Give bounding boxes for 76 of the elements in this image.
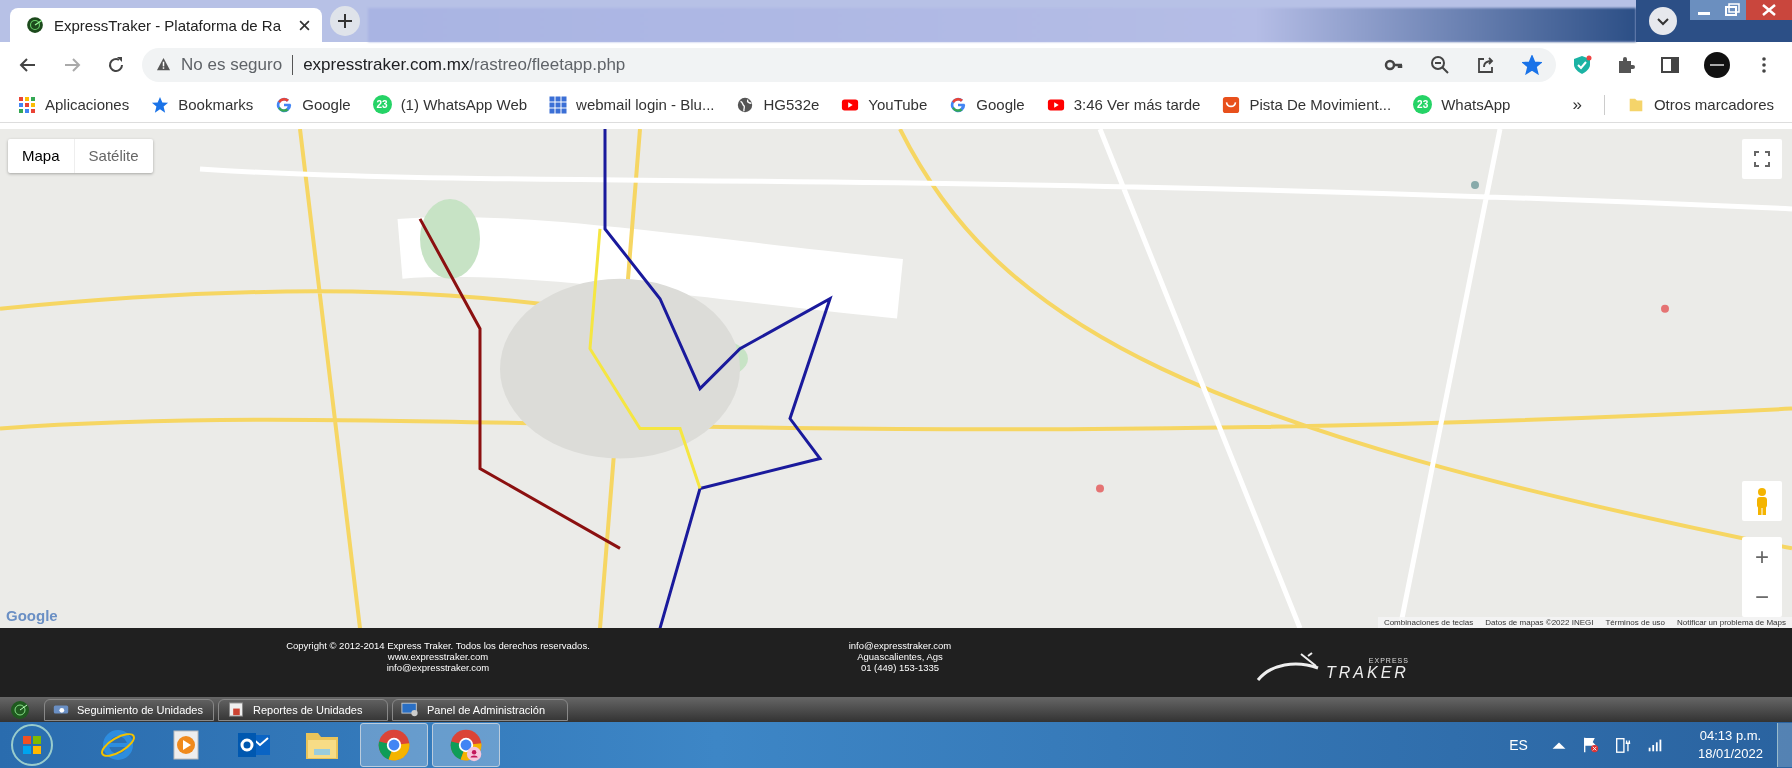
whatsapp-badge: 23	[372, 95, 392, 115]
restore-button[interactable]	[1718, 0, 1746, 20]
bookmark-item[interactable]: 3:46 Ver más tarde	[1046, 95, 1201, 114]
close-button[interactable]	[1746, 0, 1792, 20]
bookmark-item[interactable]: YouTube	[841, 95, 928, 114]
monitor-gear-icon	[401, 702, 419, 718]
footer-text: Copyright © 2012-2014 Express Traker. Todos los derechos reservados.	[286, 640, 590, 652]
app-tab[interactable]: Reportes de Unidades	[218, 698, 388, 721]
warning-icon	[156, 57, 171, 73]
tab-title: ExpressTraker - Plataforma de Ra	[54, 16, 283, 34]
logo-wordmark: TRAKER	[1326, 664, 1409, 683]
bookmark-item[interactable]: 23 (1) WhatsApp Web	[372, 95, 528, 115]
minimize-button[interactable]	[1690, 0, 1718, 20]
apps-grid-icon	[18, 95, 36, 114]
chevron-down-icon[interactable]	[1648, 6, 1678, 36]
footer-text: Aguascalientes, Ags	[857, 651, 943, 663]
clock-time[interactable]: 04:13 p.m.	[1699, 727, 1762, 746]
new-tab-button[interactable]	[330, 6, 360, 36]
attribution-link[interactable]: Datos de mapas ©2022 INEGI	[1485, 618, 1594, 628]
grid-icon	[549, 95, 568, 114]
reload-icon[interactable]	[106, 54, 126, 75]
footer-text: info@expresstraker.com	[848, 640, 952, 652]
language-indicator[interactable]: ES	[1509, 737, 1528, 754]
radar-icon	[26, 16, 44, 34]
zoom-out-button[interactable]: −	[1742, 576, 1782, 617]
url-text: expresstraker.com.mx/rastreo/fleetapp.php	[303, 54, 626, 75]
zoom-out-icon[interactable]	[1430, 54, 1450, 75]
chrome-profile-taskbar-button[interactable]	[432, 723, 500, 768]
bookmark-item[interactable]: Pista De Movimient...	[1222, 95, 1392, 114]
attribution-link[interactable]: Notificar un problema de Maps	[1677, 618, 1786, 628]
star-icon	[151, 95, 170, 114]
chrome-taskbar-button[interactable]	[360, 723, 428, 768]
bookmark-item[interactable]: HG532e	[736, 95, 820, 114]
share-icon[interactable]	[1476, 54, 1496, 75]
attribution-link[interactable]: Combinaciones de teclas	[1383, 618, 1474, 628]
side-panel-icon[interactable]	[1660, 54, 1680, 75]
bookmark-item[interactable]: Google	[275, 95, 351, 114]
g-logo-icon	[949, 95, 968, 114]
address-bar[interactable]: No es seguro expresstraker.com.mx/rastreo/fleetapp.php	[142, 47, 1556, 82]
footer-text: info@expresstraker.com	[386, 662, 490, 674]
shield-icon[interactable]	[1572, 54, 1592, 75]
radar-icon[interactable]	[10, 699, 30, 720]
footer-text: 01 (449) 153-1335	[860, 662, 940, 674]
bookmark-item[interactable]: Google	[949, 95, 1025, 114]
bookmark-star-icon[interactable]	[1522, 54, 1542, 75]
shopping-bag-icon	[1222, 95, 1241, 114]
start-button[interactable]	[10, 723, 54, 768]
footer-text: www.expresstraker.com	[387, 651, 489, 663]
app-tab[interactable]: Panel de Administración	[392, 698, 568, 721]
map-logo: Google	[6, 607, 58, 625]
app-tab[interactable]: Seguimiento de Unidades	[44, 698, 214, 721]
puzzle-icon[interactable]	[1616, 54, 1636, 75]
security-label: No es seguro	[181, 54, 283, 75]
show-desktop-button[interactable]	[1777, 723, 1792, 768]
clock-date[interactable]: 18/01/2022	[1697, 745, 1763, 764]
browser-tab[interactable]: ExpressTraker - Plataforma de Ra	[10, 8, 322, 42]
fullscreen-button[interactable]	[1742, 138, 1782, 179]
map-type-tab[interactable]: Mapa	[8, 138, 74, 173]
bookmark-item[interactable]: webmail login - Blu...	[549, 95, 715, 114]
other-bookmarks-folder[interactable]: Otros marcadores	[1626, 95, 1774, 114]
g-logo-icon	[275, 95, 294, 114]
whatsapp-badge: 23	[1413, 95, 1433, 115]
calendar-icon	[227, 702, 245, 718]
chrome-profile-icon	[448, 727, 484, 764]
bookmark-item[interactable]: 23 WhatsApp	[1413, 95, 1511, 115]
bookmark-item[interactable]: Bookmarks	[151, 95, 254, 114]
flag-icon[interactable]	[1581, 736, 1600, 755]
zoom-in-button[interactable]: +	[1742, 536, 1782, 577]
profile-avatar[interactable]	[1704, 51, 1730, 78]
attribution-link[interactable]: Términos de uso	[1605, 618, 1666, 628]
globe-icon	[736, 95, 755, 114]
close-icon[interactable]	[299, 19, 310, 31]
bookmark-item[interactable]: Aplicaciones	[18, 95, 130, 114]
map-type-tab[interactable]: Satélite	[73, 138, 153, 173]
more-bookmarks-button[interactable]: »	[1572, 94, 1582, 115]
battery-plug-icon[interactable]	[1613, 736, 1632, 755]
